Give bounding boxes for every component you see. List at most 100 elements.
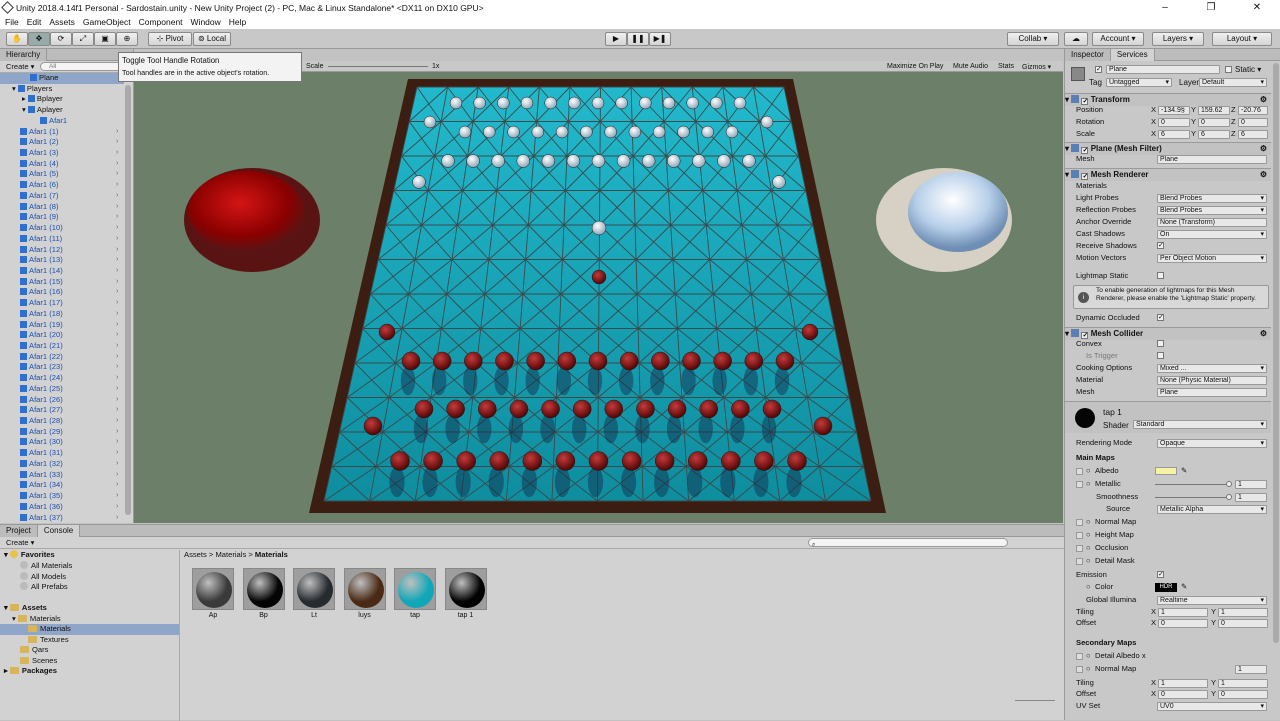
cooking-options-dropdown[interactable]: Mixed ... xyxy=(1157,363,1267,373)
tree-folder-qars[interactable]: Qars xyxy=(20,645,48,656)
tab-hierarchy[interactable]: Hierarchy xyxy=(0,49,48,61)
dynamic-occluded-checkbox[interactable]: ✓ xyxy=(1157,314,1164,321)
collab-button[interactable]: Collab ▾ xyxy=(1007,32,1059,46)
tree-folder-materials-selected[interactable]: Materials xyxy=(0,624,179,635)
thumbnail-size-slider[interactable] xyxy=(1015,700,1055,701)
menu-gameobject[interactable]: GameObject xyxy=(83,17,131,27)
white-piece[interactable] xyxy=(591,154,606,168)
hierarchy-item[interactable]: Afar1 (17) › xyxy=(0,298,118,309)
white-piece[interactable] xyxy=(412,175,426,189)
hierarchy-item[interactable]: Afar1 (2) › xyxy=(0,137,118,148)
white-piece[interactable] xyxy=(641,154,656,168)
red-piece[interactable] xyxy=(489,451,509,471)
red-piece[interactable] xyxy=(414,399,434,419)
hierarchy-item[interactable]: Afar1 (26) › xyxy=(0,395,118,406)
hierarchy-item[interactable]: Afar1 (8) › xyxy=(0,202,118,213)
hierarchy-item[interactable]: Plane xyxy=(0,73,124,84)
game-board[interactable] xyxy=(309,79,886,513)
hierarchy-item[interactable]: Afar1 (30) › xyxy=(0,437,118,448)
detail-normal-value[interactable]: 1 xyxy=(1235,664,1267,674)
mesh-field[interactable]: Plane xyxy=(1157,154,1267,164)
hierarchy-item[interactable]: Afar1 (34) › xyxy=(0,480,118,491)
scale-field-y[interactable]: 6 xyxy=(1198,129,1230,139)
white-piece[interactable] xyxy=(555,125,569,139)
scale-slider[interactable] xyxy=(328,66,428,67)
detail-offset-field-y[interactable]: 0 xyxy=(1218,689,1268,699)
local-toggle[interactable]: ⊚ Local xyxy=(193,32,231,46)
anchor-override-field[interactable]: None (Transform) xyxy=(1157,217,1267,227)
hierarchy-item[interactable]: Afar1 (7) › xyxy=(0,191,118,202)
scale-field-z[interactable]: 6 xyxy=(1238,129,1268,139)
red-piece[interactable] xyxy=(775,351,795,371)
hierarchy-item[interactable]: ▸ Bplayer xyxy=(0,94,63,105)
menu-file[interactable]: File xyxy=(5,17,19,27)
white-piece[interactable] xyxy=(466,154,480,168)
red-piece[interactable] xyxy=(363,416,383,436)
hierarchy-item[interactable]: Afar1 (19) › xyxy=(0,320,118,331)
transform-tool-button[interactable]: ⊕ xyxy=(116,32,138,46)
tab-console[interactable]: Console xyxy=(37,525,81,537)
tag-dropdown[interactable]: Untagged xyxy=(1106,78,1172,87)
emission-checkbox[interactable]: ✓ xyxy=(1157,571,1164,578)
red-piece[interactable] xyxy=(588,351,608,371)
physic-material-field[interactable]: None (Physic Material) xyxy=(1157,375,1267,385)
texture-slot-icon[interactable] xyxy=(1076,558,1083,565)
favorite-all-models[interactable]: All Models xyxy=(20,571,66,583)
hierarchy-item[interactable]: Afar1 (1) › xyxy=(0,127,118,138)
white-piece[interactable] xyxy=(441,154,455,168)
scale-tool-button[interactable]: ⤢ xyxy=(72,32,94,46)
smoothness-slider[interactable] xyxy=(1155,497,1229,498)
material-asset[interactable] xyxy=(242,568,285,610)
white-piece[interactable] xyxy=(497,96,510,110)
texture-slot-icon[interactable] xyxy=(1076,666,1083,673)
position-field-x[interactable]: -134.9§ xyxy=(1158,105,1190,115)
red-piece[interactable] xyxy=(621,451,642,471)
red-piece[interactable] xyxy=(651,351,670,371)
maximize-on-play-button[interactable]: Maximize On Play xyxy=(887,63,943,70)
white-piece[interactable] xyxy=(662,96,676,110)
hierarchy-item[interactable]: Afar1 (31) › xyxy=(0,448,118,459)
white-piece[interactable] xyxy=(742,154,756,168)
red-piece[interactable] xyxy=(744,351,764,371)
detail-tiling-field-x[interactable]: 1 xyxy=(1158,678,1208,688)
white-piece[interactable] xyxy=(717,154,731,168)
pivot-toggle[interactable]: ⊹ Pivot xyxy=(148,32,192,46)
scene-view[interactable] xyxy=(134,61,1063,523)
active-checkbox[interactable]: ✓ xyxy=(1095,66,1102,73)
offset-field-x[interactable]: 0 xyxy=(1158,618,1208,628)
white-piece[interactable] xyxy=(686,96,699,110)
maximize-icon[interactable]: ❐ xyxy=(1188,0,1234,15)
hierarchy-item[interactable]: ▾ Aplayer xyxy=(0,105,63,116)
white-piece[interactable] xyxy=(616,154,631,168)
material-asset[interactable] xyxy=(293,568,335,610)
red-piece[interactable] xyxy=(526,351,545,371)
material-header[interactable]: tap 1 Shader Standard xyxy=(1065,401,1271,433)
hierarchy-item[interactable]: Afar1 (37) › xyxy=(0,513,118,524)
red-piece[interactable] xyxy=(557,351,577,371)
white-piece[interactable] xyxy=(677,125,690,139)
material-asset[interactable] xyxy=(394,568,436,610)
detail-offset-field-x[interactable]: 0 xyxy=(1158,689,1208,699)
source-dropdown[interactable]: Metallic Alpha xyxy=(1157,504,1267,514)
hierarchy-create-button[interactable]: Create ▾ xyxy=(6,62,34,71)
white-piece[interactable] xyxy=(541,154,556,168)
red-piece[interactable] xyxy=(813,416,833,436)
hierarchy-item[interactable]: Afar1 (20) › xyxy=(0,330,118,341)
lightmap-static-checkbox[interactable] xyxy=(1157,272,1164,279)
global-illumination-dropdown[interactable]: Realtime xyxy=(1157,595,1267,605)
red-piece[interactable] xyxy=(390,451,410,471)
red-piece[interactable] xyxy=(636,399,655,419)
red-piece[interactable] xyxy=(541,399,560,419)
scene-canvas[interactable] xyxy=(134,61,1063,523)
white-piece[interactable] xyxy=(628,125,642,139)
red-piece[interactable] xyxy=(423,451,443,471)
white-piece[interactable] xyxy=(710,96,723,110)
receive-shadows-checkbox[interactable]: ✓ xyxy=(1157,242,1164,249)
red-piece[interactable] xyxy=(787,451,807,471)
white-piece[interactable] xyxy=(458,125,472,139)
material-asset[interactable] xyxy=(192,568,234,610)
hierarchy-item[interactable]: Afar1 xyxy=(0,116,67,127)
hierarchy-item[interactable]: Afar1 (25) › xyxy=(0,384,118,395)
scale-field-x[interactable]: 6 xyxy=(1158,129,1190,139)
menu-edit[interactable]: Edit xyxy=(27,17,42,27)
